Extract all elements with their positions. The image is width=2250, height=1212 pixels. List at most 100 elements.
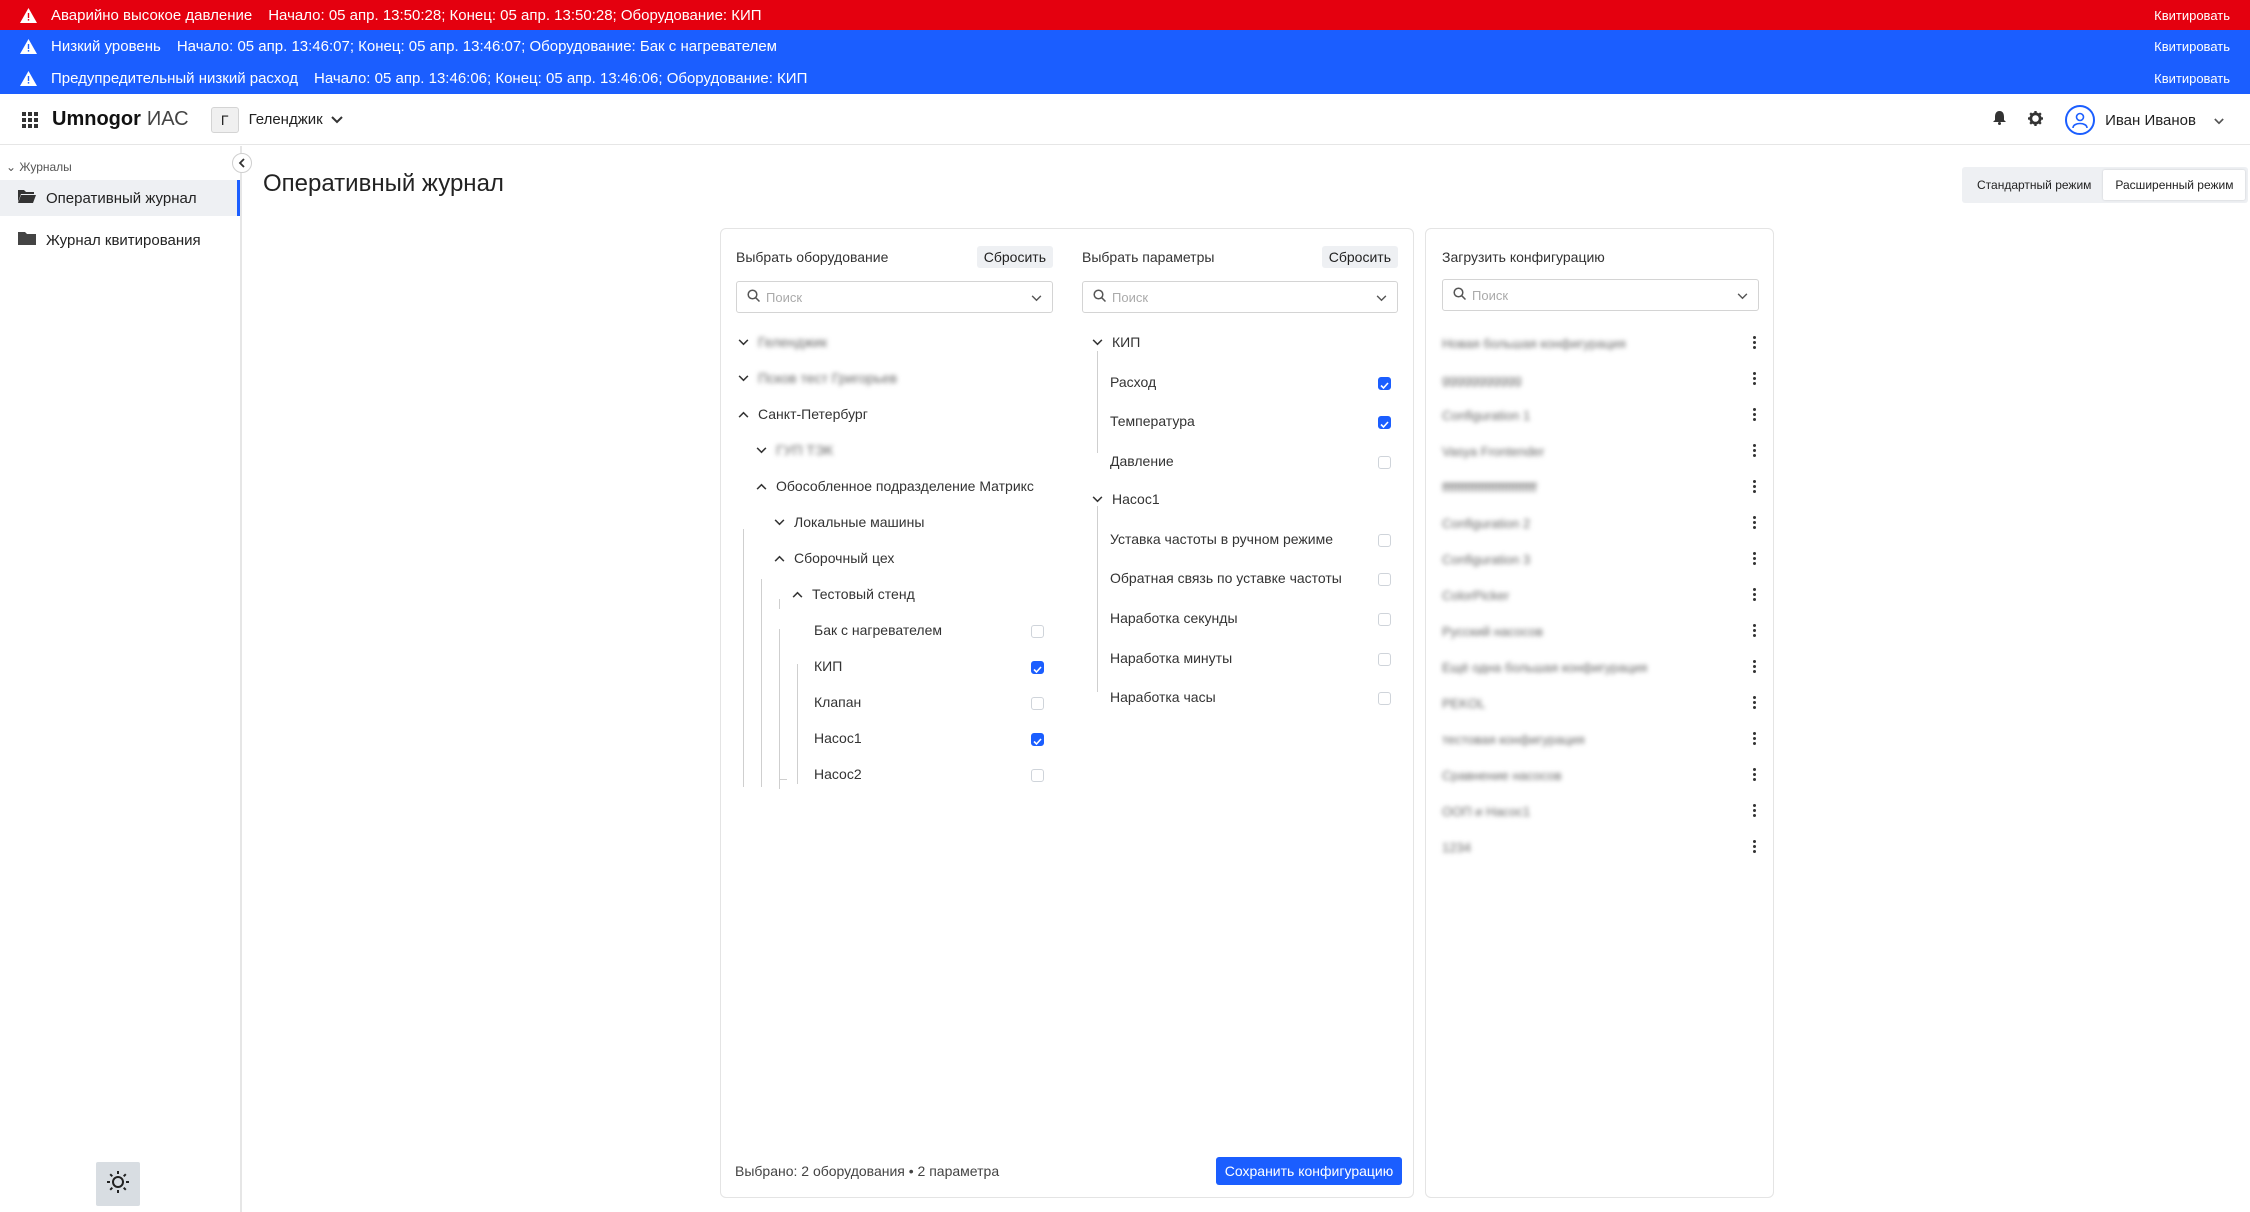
more-vertical-icon[interactable] bbox=[1753, 480, 1757, 493]
more-vertical-icon[interactable] bbox=[1753, 588, 1757, 601]
param-runtime-hours[interactable]: Наработка часы bbox=[1110, 687, 1216, 707]
theme-toggle-button[interactable] bbox=[96, 1162, 140, 1206]
chevron-up-icon[interactable] bbox=[754, 479, 768, 493]
config-item[interactable]: Сравнение насосов bbox=[1442, 765, 1742, 785]
config-item[interactable]: ggggggggggg bbox=[1442, 369, 1742, 389]
apps-grid-icon[interactable] bbox=[20, 110, 40, 130]
more-vertical-icon[interactable] bbox=[1753, 804, 1757, 817]
checkbox-tank[interactable] bbox=[1031, 625, 1044, 638]
chevron-down-icon[interactable] bbox=[772, 515, 786, 529]
checkbox-freq-feedback[interactable] bbox=[1378, 573, 1391, 586]
sidebar-section-journals[interactable]: ⌄ Журналы bbox=[0, 146, 240, 174]
config-item[interactable]: Vasya Frontender bbox=[1442, 441, 1742, 461]
checkbox-kip[interactable] bbox=[1031, 661, 1044, 674]
tree-node-matrix[interactable]: Обособленное подразделение Матрикс bbox=[754, 476, 1034, 496]
tree-node-assembly-shop[interactable]: Сборочный цех bbox=[772, 548, 894, 568]
more-vertical-icon[interactable] bbox=[1753, 696, 1757, 709]
config-item[interactable]: ООП и Насос1 bbox=[1442, 801, 1742, 821]
checkbox-runtime-hours[interactable] bbox=[1378, 692, 1391, 705]
configs-search-input[interactable]: Поиск bbox=[1442, 279, 1759, 311]
chevron-up-icon[interactable] bbox=[772, 551, 786, 565]
param-group-pump1[interactable]: Насос1 bbox=[1090, 489, 1160, 509]
config-item[interactable]: Русский насосов bbox=[1442, 621, 1742, 641]
tree-leaf-pump1[interactable]: Насос1 bbox=[814, 728, 862, 748]
app-logo[interactable]: Umnogor ИАС bbox=[52, 108, 189, 131]
checkbox-pressure[interactable] bbox=[1378, 456, 1391, 469]
param-freq-feedback[interactable]: Обратная связь по уставке частоты bbox=[1110, 568, 1342, 588]
tree-node-test-stand[interactable]: Тестовый стенд bbox=[790, 584, 915, 604]
chevron-down-icon[interactable] bbox=[1090, 492, 1104, 506]
more-vertical-icon[interactable] bbox=[1753, 840, 1757, 853]
gear-icon[interactable] bbox=[2028, 110, 2044, 130]
user-name[interactable]: Иван Иванов bbox=[2105, 112, 2196, 129]
config-item[interactable]: ColorPicker bbox=[1442, 585, 1742, 605]
more-vertical-icon[interactable] bbox=[1753, 768, 1757, 781]
more-vertical-icon[interactable] bbox=[1753, 624, 1757, 637]
more-vertical-icon[interactable] bbox=[1753, 552, 1757, 565]
checkbox-runtime-seconds[interactable] bbox=[1378, 613, 1391, 626]
config-item[interactable]: Configuration 3 bbox=[1442, 549, 1742, 569]
checkbox-freq-setpoint[interactable] bbox=[1378, 534, 1391, 547]
config-item[interactable]: Configuration 1 bbox=[1442, 405, 1742, 425]
equipment-search-input[interactable]: Поиск bbox=[736, 281, 1053, 313]
config-item[interactable]: PEKOL bbox=[1442, 693, 1742, 713]
more-vertical-icon[interactable] bbox=[1753, 660, 1757, 673]
checkbox-flow[interactable] bbox=[1378, 377, 1391, 390]
param-pressure[interactable]: Давление bbox=[1110, 451, 1174, 471]
equipment-reset-button[interactable]: Сбросить bbox=[976, 246, 1053, 268]
save-config-button[interactable]: Сохранить конфигурацию bbox=[1216, 1157, 1402, 1185]
param-runtime-minutes[interactable]: Наработка минуты bbox=[1110, 648, 1232, 668]
chevron-up-icon[interactable] bbox=[790, 587, 804, 601]
config-item[interactable]: тестовая конфигурация bbox=[1442, 729, 1742, 749]
checkbox-temperature[interactable] bbox=[1378, 416, 1391, 429]
parameters-search-input[interactable]: Поиск bbox=[1082, 281, 1398, 313]
checkbox-pump2[interactable] bbox=[1031, 769, 1044, 782]
param-group-kip[interactable]: КИП bbox=[1090, 332, 1140, 352]
config-item[interactable]: Ещё одна большая конфигурация bbox=[1442, 657, 1742, 677]
city-selector[interactable]: Геленджик bbox=[249, 111, 343, 128]
config-item[interactable]: Новая большая конфигурация bbox=[1442, 333, 1742, 353]
tree-node-gup-tek[interactable]: ГУП ТЭК bbox=[754, 440, 833, 460]
chevron-down-icon[interactable] bbox=[2214, 112, 2224, 129]
param-flow[interactable]: Расход bbox=[1110, 372, 1156, 392]
tree-leaf-valve[interactable]: Клапан bbox=[814, 692, 861, 712]
config-item[interactable]: Configuration 2 bbox=[1442, 513, 1742, 533]
more-vertical-icon[interactable] bbox=[1753, 408, 1757, 421]
tree-leaf-tank[interactable]: Бак с нагревателем bbox=[814, 620, 942, 640]
checkbox-pump1[interactable] bbox=[1031, 733, 1044, 746]
tree-leaf-kip[interactable]: КИП bbox=[814, 656, 842, 676]
sidebar-item-operational-journal[interactable]: Оперативный журнал bbox=[0, 180, 240, 216]
param-freq-setpoint[interactable]: Уставка частоты в ручном режиме bbox=[1110, 529, 1333, 549]
param-temperature[interactable]: Температура bbox=[1110, 411, 1195, 431]
mode-standard-button[interactable]: Стандартный режим bbox=[1965, 170, 2103, 200]
acknowledge-button[interactable]: Квитировать bbox=[2154, 39, 2230, 54]
checkbox-runtime-minutes[interactable] bbox=[1378, 653, 1391, 666]
more-vertical-icon[interactable] bbox=[1753, 516, 1757, 529]
chevron-up-icon[interactable] bbox=[736, 407, 750, 421]
mode-extended-button[interactable]: Расширенный режим bbox=[2103, 170, 2246, 200]
config-item[interactable]: ffffffffffffffffffffffffffff bbox=[1442, 477, 1742, 497]
more-vertical-icon[interactable] bbox=[1753, 444, 1757, 457]
sidebar-collapse-button[interactable] bbox=[232, 153, 252, 173]
chevron-down-icon[interactable] bbox=[736, 335, 750, 349]
parameters-reset-button[interactable]: Сбросить bbox=[1321, 246, 1398, 268]
checkbox-valve[interactable] bbox=[1031, 697, 1044, 710]
chevron-down-icon[interactable] bbox=[754, 443, 768, 457]
user-avatar-icon[interactable] bbox=[2065, 105, 2096, 135]
chevron-down-icon[interactable] bbox=[736, 371, 750, 385]
tree-node-gelendzhik[interactable]: Геленджик bbox=[736, 332, 827, 352]
tree-node-pskov[interactable]: Псков тест Григорьев bbox=[736, 368, 897, 388]
bell-icon[interactable] bbox=[1993, 111, 2007, 129]
tree-leaf-pump2[interactable]: Насос2 bbox=[814, 764, 862, 784]
more-vertical-icon[interactable] bbox=[1753, 732, 1757, 745]
acknowledge-button[interactable]: Квитировать bbox=[2154, 8, 2230, 23]
param-runtime-seconds[interactable]: Наработка секунды bbox=[1110, 608, 1238, 628]
config-item[interactable]: 1234 bbox=[1442, 837, 1742, 857]
acknowledge-button[interactable]: Квитировать bbox=[2154, 71, 2230, 86]
chevron-down-icon[interactable] bbox=[1090, 335, 1104, 349]
tree-node-spb[interactable]: Санкт-Петербург bbox=[736, 404, 868, 424]
more-vertical-icon[interactable] bbox=[1753, 336, 1757, 349]
sidebar-item-ack-journal[interactable]: Журнал квитирования bbox=[0, 222, 240, 258]
tree-node-local-machines[interactable]: Локальные машины bbox=[772, 512, 924, 532]
more-vertical-icon[interactable] bbox=[1753, 372, 1757, 385]
